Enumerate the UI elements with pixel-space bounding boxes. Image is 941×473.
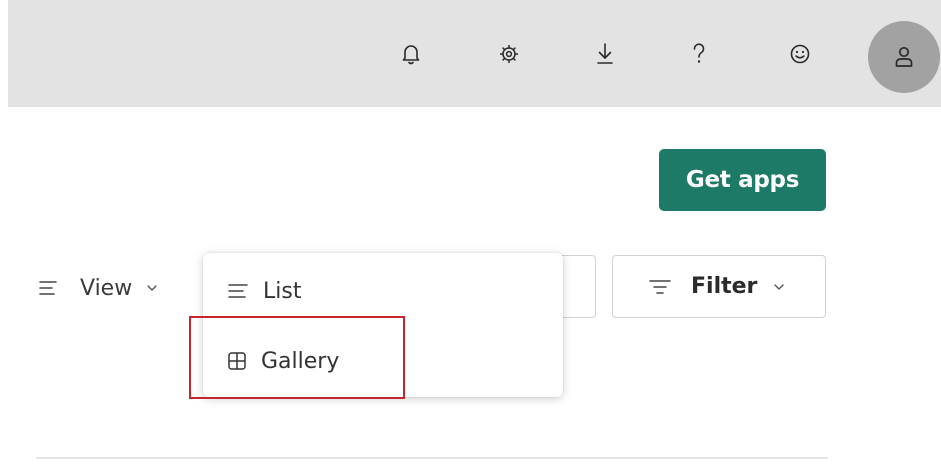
bell-icon bbox=[402, 45, 420, 65]
chevron-down-icon bbox=[774, 283, 785, 290]
top-bar bbox=[8, 0, 941, 107]
view-lines-icon bbox=[39, 281, 57, 295]
get-apps-button[interactable]: Get apps bbox=[659, 149, 826, 211]
filter-icon bbox=[649, 279, 671, 294]
gallery-grid-icon bbox=[228, 352, 246, 370]
content-divider bbox=[36, 457, 828, 459]
menu-item-label: Gallery bbox=[261, 348, 340, 374]
view-dropdown-menu: List Gallery bbox=[203, 253, 563, 397]
settings-gear-icon bbox=[500, 45, 518, 63]
menu-item-label: List bbox=[263, 278, 302, 304]
download-button[interactable] bbox=[591, 40, 619, 68]
list-icon bbox=[228, 284, 248, 298]
menu-item-list[interactable]: List bbox=[203, 261, 563, 321]
menu-item-gallery[interactable]: Gallery bbox=[203, 331, 563, 391]
chevron-down-icon bbox=[147, 285, 157, 291]
feedback-smiley-icon bbox=[790, 44, 810, 64]
feedback-button[interactable] bbox=[786, 40, 814, 68]
view-selector[interactable]: View bbox=[38, 266, 158, 310]
download-icon bbox=[597, 43, 613, 64]
person-icon bbox=[895, 46, 913, 67]
notifications-button[interactable] bbox=[397, 40, 425, 68]
settings-button[interactable] bbox=[495, 40, 523, 68]
filter-label: Filter bbox=[691, 274, 758, 299]
view-label: View bbox=[80, 275, 133, 301]
account-avatar-button[interactable] bbox=[868, 21, 940, 93]
help-button[interactable] bbox=[685, 40, 713, 68]
help-icon bbox=[693, 43, 705, 63]
filter-button[interactable]: Filter bbox=[612, 255, 826, 318]
